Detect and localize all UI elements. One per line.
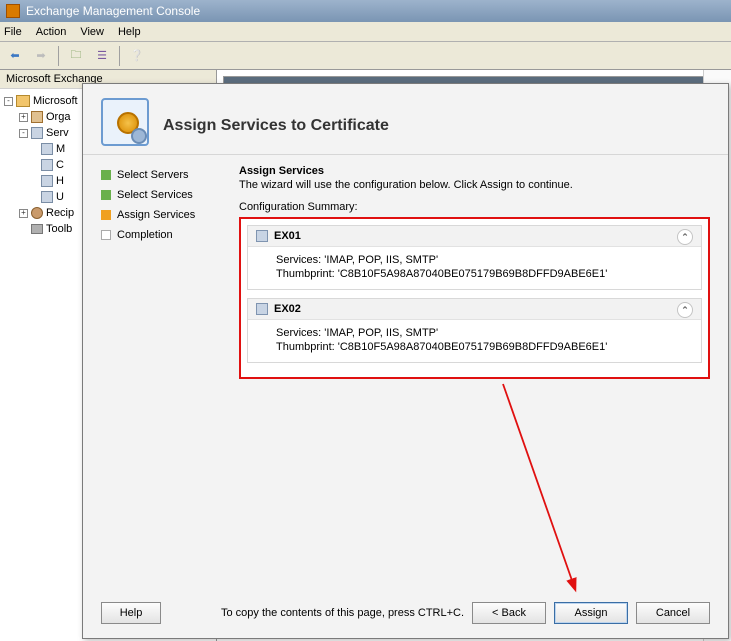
dialog-body: Select Servers Select Services Assign Se… <box>83 155 728 592</box>
step-label: Assign Services <box>117 209 195 221</box>
menu-help[interactable]: Help <box>118 26 141 38</box>
step-pending-icon <box>101 230 111 240</box>
section-title: Assign Services <box>239 165 710 177</box>
org-icon <box>31 111 43 123</box>
collapse-icon[interactable]: ⌃ <box>677 229 693 245</box>
server-icon <box>41 175 53 187</box>
back-button[interactable]: < Back <box>472 602 546 624</box>
recipient-icon <box>31 207 43 219</box>
menu-view[interactable]: View <box>80 26 104 38</box>
server-icon <box>256 230 268 242</box>
help-button[interactable]: Help <box>101 602 161 624</box>
server-header[interactable]: EX02 ⌃ <box>248 299 701 320</box>
step-done-icon <box>101 190 111 200</box>
parent-window-titlebar: Exchange Management Console <box>0 0 731 22</box>
server-name: EX02 <box>274 303 301 315</box>
collapse-icon[interactable]: ⌃ <box>677 302 693 318</box>
tree-serv-label: Serv <box>46 125 69 141</box>
wizard-content: Assign Services The wizard will use the … <box>239 165 710 592</box>
app-icon <box>6 4 20 18</box>
copy-note: To copy the contents of this page, press… <box>221 607 472 619</box>
server-details: Services: 'IMAP, POP, IIS, SMTP' Thumbpr… <box>248 320 701 362</box>
expander-icon[interactable]: - <box>4 97 13 106</box>
config-summary-box: EX01 ⌃ Services: 'IMAP, POP, IIS, SMTP' … <box>239 217 710 379</box>
wizard-steps: Select Servers Select Services Assign Se… <box>101 165 221 592</box>
menu-file[interactable]: File <box>4 26 22 38</box>
menubar: File Action View Help <box>0 22 731 42</box>
dialog-title: Assign Services to Certificate <box>163 117 389 135</box>
server-block: EX02 ⌃ Services: 'IMAP, POP, IIS, SMTP' … <box>247 298 702 363</box>
back-button-icon[interactable]: ⬅ <box>4 45 26 67</box>
wizard-icon <box>101 98 149 146</box>
menu-action[interactable]: Action <box>36 26 67 38</box>
toolbar: ⬅ ➡ 🗀 ☰ ❔ <box>0 42 731 70</box>
tree-recip-label: Recip <box>46 205 74 221</box>
server-thumbprint: Thumbprint: 'C8B10F5A98A87040BE075179B69… <box>276 340 691 354</box>
folder-icon <box>16 95 30 107</box>
step-select-services: Select Services <box>101 189 221 201</box>
assign-button[interactable]: Assign <box>554 602 628 624</box>
server-name: EX01 <box>274 230 301 242</box>
up-button-icon[interactable]: 🗀 <box>65 45 87 67</box>
tree-org-label: Orga <box>46 109 70 125</box>
config-summary-label: Configuration Summary: <box>239 201 710 213</box>
forward-button-icon: ➡ <box>30 45 52 67</box>
cancel-button[interactable]: Cancel <box>636 602 710 624</box>
step-label: Select Servers <box>117 169 189 181</box>
step-label: Completion <box>117 229 173 241</box>
toolbox-icon <box>31 224 43 234</box>
window-title: Exchange Management Console <box>26 4 200 18</box>
step-select-servers: Select Servers <box>101 169 221 181</box>
dialog-footer: Help To copy the contents of this page, … <box>83 592 728 638</box>
server-icon <box>41 191 53 203</box>
step-completion: Completion <box>101 229 221 241</box>
expander-icon[interactable]: - <box>19 129 28 138</box>
expander-icon[interactable]: + <box>19 113 28 122</box>
tree-root-label: Microsoft <box>33 93 78 109</box>
step-assign-services: Assign Services <box>101 209 221 221</box>
toolbar-separator <box>119 46 120 66</box>
step-done-icon <box>101 170 111 180</box>
step-current-icon <box>101 210 111 220</box>
toolbar-separator <box>58 46 59 66</box>
step-label: Select Services <box>117 189 193 201</box>
server-services: Services: 'IMAP, POP, IIS, SMTP' <box>276 326 691 340</box>
section-subtitle: The wizard will use the configuration be… <box>239 179 710 191</box>
tree-item-label: C <box>56 157 64 173</box>
help-icon[interactable]: ❔ <box>126 45 148 67</box>
server-header[interactable]: EX01 ⌃ <box>248 226 701 247</box>
tree-item-label: U <box>56 189 64 205</box>
server-icon <box>31 127 43 139</box>
server-icon <box>41 143 53 155</box>
server-icon <box>41 159 53 171</box>
server-details: Services: 'IMAP, POP, IIS, SMTP' Thumbpr… <box>248 247 701 289</box>
tree-item-label: M <box>56 141 65 157</box>
server-icon <box>256 303 268 315</box>
tree-item-label: H <box>56 173 64 189</box>
server-thumbprint: Thumbprint: 'C8B10F5A98A87040BE075179B69… <box>276 267 691 281</box>
properties-icon[interactable]: ☰ <box>91 45 113 67</box>
wizard-dialog: Assign Services to Certificate Select Se… <box>82 83 729 639</box>
expander-icon[interactable]: + <box>19 209 28 218</box>
server-services: Services: 'IMAP, POP, IIS, SMTP' <box>276 253 691 267</box>
dialog-header: Assign Services to Certificate <box>83 84 728 155</box>
tree-tool-label: Toolb <box>46 221 72 237</box>
server-block: EX01 ⌃ Services: 'IMAP, POP, IIS, SMTP' … <box>247 225 702 290</box>
